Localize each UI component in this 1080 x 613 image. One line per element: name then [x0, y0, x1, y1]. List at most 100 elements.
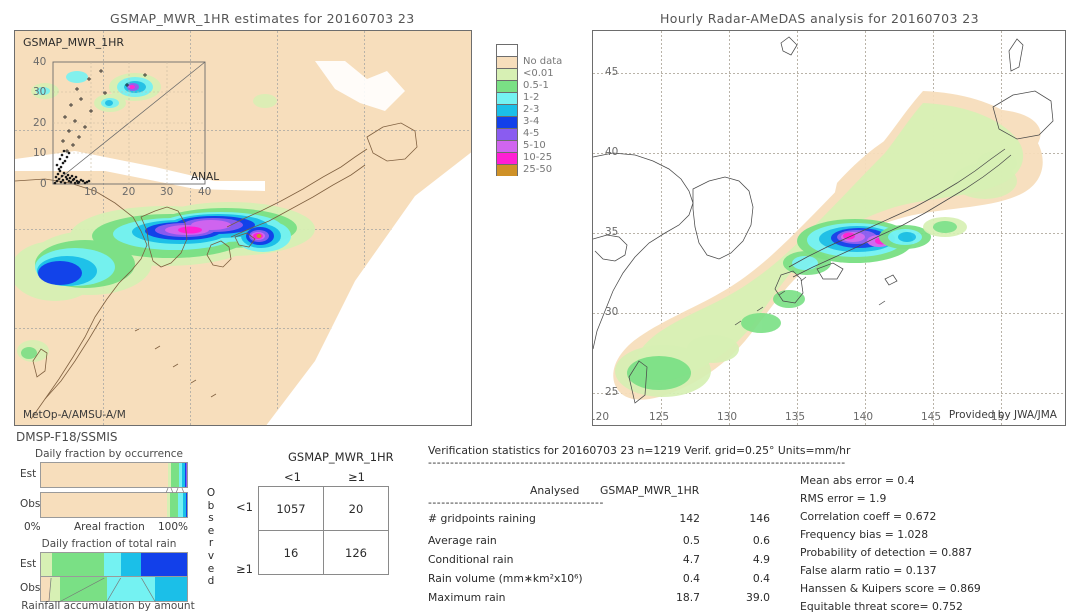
stat-analysed-gridpoints-raining: 142: [679, 512, 700, 525]
colorbar-band-2: [496, 80, 518, 92]
connector-line: [106, 578, 122, 603]
bar-segment-4: [140, 553, 187, 577]
precipitation-colorbar: No data <0.01 0.5-1 1-2 2-3 3-4 4-5 5-10…: [496, 44, 562, 176]
lat-tick-40: 40: [605, 146, 619, 158]
inset-x-tick-10: 10: [84, 186, 98, 198]
stat-estimate-rain-volume: 0.4: [752, 572, 770, 585]
stat-label-maximum-rain: Maximum rain: [428, 591, 506, 604]
bar-segment-6: [186, 463, 187, 487]
cell-miss: 16: [258, 530, 324, 575]
bar-segment-3: [120, 553, 141, 577]
occurrence-bar-est: [40, 462, 188, 488]
inset-x-tick-40: 40: [198, 186, 212, 198]
gsmap-estimate-map[interactable]: GSMAP_MWR_1HR 40 30 20 10 0 10 20 30 40 …: [14, 30, 472, 426]
connector-line: [141, 578, 156, 603]
contingency-row-header-lt1: <1: [236, 500, 253, 514]
left-map-credit: MetOp-A/AMSU-A/M: [23, 409, 126, 421]
stat-analysed-conditional-rain: 4.7: [682, 553, 700, 566]
areal-fraction-min: 0%: [24, 521, 41, 533]
stat-analysed-average-rain: 0.5: [682, 534, 700, 547]
stat-estimate-maximum-rain: 39.0: [745, 591, 770, 604]
colorbar-band-7: [496, 140, 518, 152]
colorbar-band-9: [496, 164, 518, 176]
bar-segment-2: [170, 493, 179, 517]
occurrence-bar-obs: [40, 492, 188, 518]
bar-segment-5: [185, 493, 187, 517]
left-map-corner-tag: GSMAP_MWR_1HR: [23, 36, 125, 49]
total-rain-chart-title: Daily fraction of total rain: [41, 538, 177, 550]
inset-y-tick-0: 0: [40, 178, 47, 190]
connector-line: [48, 578, 52, 603]
colorbar-band-4: [496, 104, 518, 116]
inset-y-tick-10: 10: [33, 147, 47, 159]
lon-tick-140: 140: [853, 411, 874, 423]
metric-mean-abs-error: Mean abs error = 0.4: [800, 474, 915, 487]
contingency-row-header-ge1: ≥1: [236, 562, 253, 576]
lon-tick-135: 135: [785, 411, 806, 423]
colorbar-band-5: [496, 116, 518, 128]
occurrence-est-label: Est: [20, 468, 37, 480]
stat-label-average-rain: Average rain: [428, 534, 497, 547]
total-rain-bar-est: [40, 552, 188, 578]
colorbar-band-6: [496, 128, 518, 140]
left-map-graphics: [15, 61, 471, 425]
lat-tick-45: 45: [605, 66, 619, 78]
colorbar-label-05-1: 0.5-1: [523, 80, 549, 91]
colorbar-band-0: [496, 56, 518, 68]
inset-y-tick-40: 40: [33, 56, 47, 68]
areal-fraction-label: Areal fraction: [74, 521, 145, 533]
colorbar-label-1-2: 1-2: [523, 92, 540, 103]
radar-amedas-map[interactable]: 45 40 35 30 25 120 125 130 135 140 145 1…: [592, 30, 1066, 426]
cell-false-alarm: 20: [323, 486, 389, 531]
stat-label-gridpoints-raining: # gridpoints raining: [428, 512, 536, 525]
right-map-graphics: [593, 36, 1054, 404]
cell-hit-ge1-ge1: 126: [323, 530, 389, 575]
contingency-side-label: Observed: [206, 487, 216, 588]
metric-false-alarm-ratio: False alarm ratio = 0.137: [800, 564, 937, 577]
total-rain-obs-label: Obs: [20, 582, 41, 594]
lat-tick-25: 25: [605, 386, 619, 398]
stat-estimate-gridpoints-raining: 146: [749, 512, 770, 525]
lat-tick-35: 35: [605, 226, 619, 238]
inset-x-axis-label: ANAL: [191, 171, 220, 183]
stat-label-conditional-rain: Conditional rain: [428, 553, 514, 566]
bar-segment-2: [104, 553, 121, 577]
metric-equitable-threat: Equitable threat score= 0.752: [800, 600, 963, 613]
table-row: 1057 20: [258, 486, 389, 531]
contingency-table: 1057 20 16 126: [258, 486, 389, 575]
lat-tick-30: 30: [605, 306, 619, 318]
colorbar-band-nodata-white: [496, 44, 518, 56]
contingency-title: GSMAP_MWR_1HR: [288, 450, 394, 464]
inset-x-tick-30: 30: [160, 186, 174, 198]
areal-fraction-max: 100%: [158, 521, 189, 533]
occurrence-obs-label: Obs: [20, 498, 41, 510]
bar-segment-0: [41, 463, 169, 487]
stat-label-rain-volume: Rain volume (mm∗km²x10⁶): [428, 572, 583, 585]
colorbar-label-nodata: No data: [523, 56, 563, 67]
metric-correlation-coeff: Correlation coeff = 0.672: [800, 510, 937, 523]
bar-segment-1: [51, 553, 105, 577]
colorbar-label-3-4: 3-4: [523, 116, 540, 127]
colorbar-label-10-25: 10-25: [523, 152, 553, 163]
occurrence-link-lines: [165, 488, 185, 493]
sensor-label: DMSP-F18/SSMIS: [16, 430, 118, 444]
verification-divider-top: ----------------------------------------…: [428, 456, 846, 469]
stat-estimate-conditional-rain: 4.9: [752, 553, 770, 566]
colorbar-band-8: [496, 152, 518, 164]
total-rain-caption: Rainfall accumulation by amount: [21, 600, 195, 612]
colorbar-label-2-3: 2-3: [523, 104, 540, 115]
stat-analysed-rain-volume: 0.4: [682, 572, 700, 585]
contingency-col-header-lt1: <1: [284, 470, 301, 484]
metric-probability-detection: Probability of detection = 0.887: [800, 546, 973, 559]
cell-hit-lt1-lt1: 1057: [258, 486, 324, 531]
lon-tick-145: 145: [921, 411, 942, 423]
contingency-col-header-ge1: ≥1: [348, 470, 365, 484]
bar-segment-0: [41, 493, 168, 517]
lon-tick-130: 130: [717, 411, 738, 423]
colorbar-label-5-10: 5-10: [523, 140, 546, 151]
inset-x-tick-20: 20: [122, 186, 136, 198]
occurrence-chart-title: Daily fraction by occurrence: [35, 448, 183, 460]
right-panel-title: Hourly Radar-AMeDAS analysis for 2016070…: [660, 11, 979, 26]
total-rain-est-label: Est: [20, 558, 37, 570]
colorbar-label-4-5: 4-5: [523, 128, 540, 139]
